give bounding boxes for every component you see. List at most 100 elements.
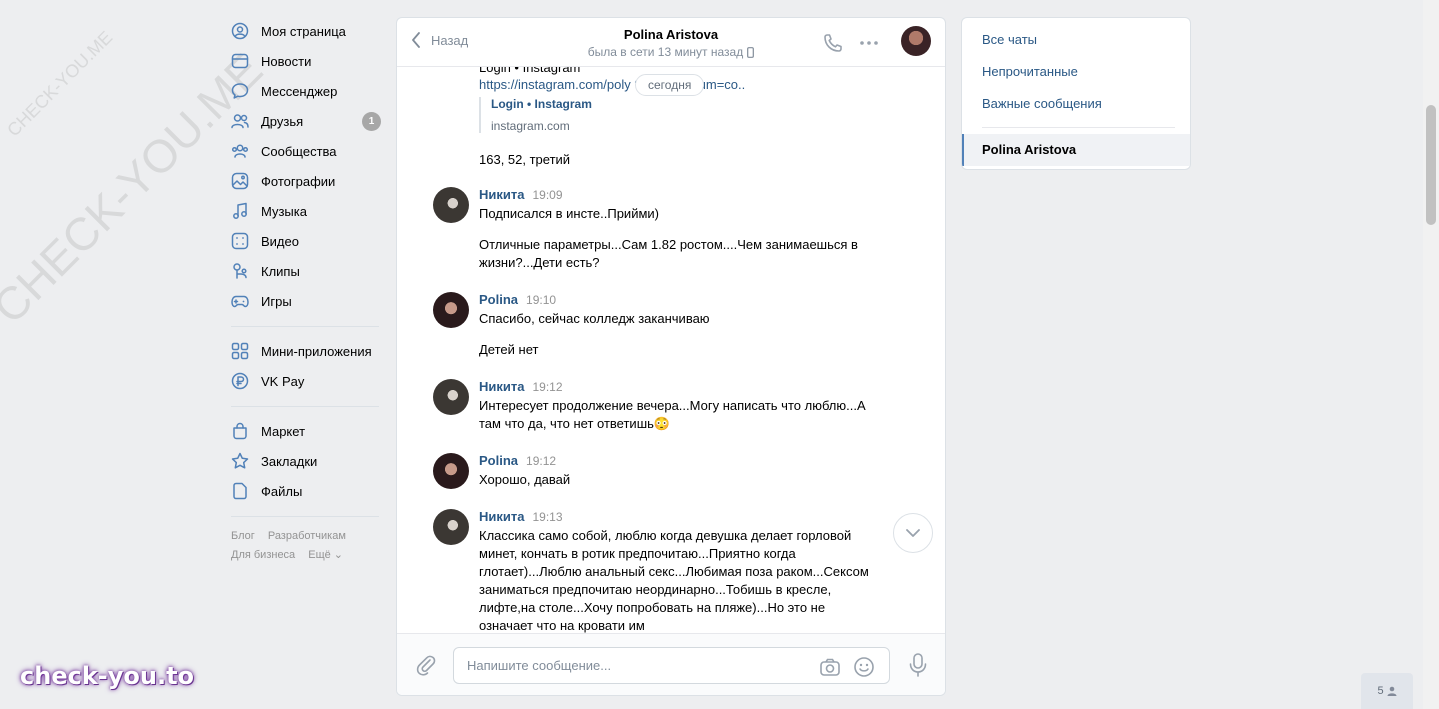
nav-item-label: Мини-приложения <box>261 343 372 359</box>
news-icon <box>231 52 249 70</box>
active-chat-item[interactable]: Polina Aristova <box>962 134 1190 166</box>
more-dots-icon[interactable] <box>858 32 880 54</box>
message-body: Классика само собой, люблю когда девушка… <box>479 527 869 633</box>
nav-item-label: Маркет <box>261 423 306 439</box>
message-author[interactable]: Polina <box>479 453 518 468</box>
watermark-small: CHECK-YOU.ME <box>3 27 117 141</box>
scroll-thumb[interactable] <box>1426 105 1436 225</box>
message-time: 19:10 <box>526 293 557 307</box>
nav-item-star[interactable]: Закладки <box>231 446 381 476</box>
filter-unread[interactable]: Непрочитанные <box>962 56 1190 88</box>
nav-item-photo[interactable]: Фотографии <box>231 166 381 196</box>
message-history[interactable]: Login • Instagram https://instagram.com/… <box>397 67 945 633</box>
nav-item-chat-bubble[interactable]: Мессенджер <box>231 76 381 106</box>
online-friends-button[interactable]: 5 <box>1361 673 1413 709</box>
nav-item-groups[interactable]: Сообщества <box>231 136 381 166</box>
nav-item-friends[interactable]: Друзья 1 <box>231 106 381 136</box>
message-text: Спасибо, сейчас колледж заканчиваю <box>479 311 710 326</box>
music-note-icon <box>231 202 249 220</box>
microphone-icon[interactable] <box>907 652 929 678</box>
phone-icon[interactable] <box>822 32 844 54</box>
nav-item-gamepad[interactable]: Игры <box>231 286 381 316</box>
footer-link-blog[interactable]: Блог <box>231 530 255 542</box>
nav-item-label: Мессенджер <box>261 83 338 99</box>
message-group[interactable]: Polina 19:12 Хорошо, давай <box>433 453 883 489</box>
message-group[interactable]: Polina 19:10 Спасибо, сейчас колледж закан… <box>433 292 883 359</box>
footer-link-developers[interactable]: Разработчикам <box>268 530 346 542</box>
message-author[interactable]: Polina <box>479 292 518 307</box>
message-link[interactable]: https://instagram.com/poly ?utm_medium=c… <box>479 77 745 92</box>
message-group[interactable]: Никита 19:12 Интересует продолжение вечера… <box>433 379 883 433</box>
message-input[interactable] <box>454 648 794 683</box>
message-group[interactable]: Никита 19:09 Подписался в инсте..Прийми) От… <box>433 187 883 272</box>
nav-item-video[interactable]: Видео <box>231 226 381 256</box>
clips-icon <box>231 262 249 280</box>
shopping-bag-icon <box>231 422 249 440</box>
nav-item-music-note[interactable]: Музыка <box>231 196 381 226</box>
nav-item-label: Видео <box>261 233 299 249</box>
message-body: Подписался в инсте..Прийми) Отличные пара… <box>479 205 869 272</box>
footer-link-more[interactable]: Ещё ⌄ <box>308 549 343 561</box>
filter-all-chats[interactable]: Все чаты <box>962 24 1190 56</box>
star-icon <box>231 452 249 470</box>
nav-group-main: Моя страница Новости Мессенджер Друзья 1 Сооб… <box>231 16 381 316</box>
chat-panel: Назад Polina Aristova была в сети 13 мин… <box>396 17 946 696</box>
smile-icon[interactable] <box>853 656 875 678</box>
peer-avatar[interactable] <box>901 26 931 56</box>
message-header: Polina 19:12 <box>479 453 883 468</box>
camera-icon[interactable] <box>819 656 841 678</box>
chat-filter-panel: Все чаты Непрочитанные Важные сообщения … <box>961 17 1191 170</box>
nav-item-apps-grid[interactable]: Мини-приложения <box>231 336 381 366</box>
nav-divider <box>231 406 379 407</box>
message-author[interactable]: Никита <box>479 379 524 394</box>
nav-item-user-circle[interactable]: Моя страница <box>231 16 381 46</box>
gamepad-icon <box>231 292 249 310</box>
avatar[interactable] <box>433 509 469 545</box>
message-text: Отличные параметры...Сам 1.82 ростом....… <box>479 237 858 270</box>
message-author[interactable]: Никита <box>479 187 524 202</box>
message-text: Классика само собой, люблю когда девушка… <box>479 528 869 633</box>
avatar[interactable] <box>433 379 469 415</box>
nav-item-label: VK Pay <box>261 373 305 389</box>
page-scrollbar[interactable] <box>1423 0 1439 709</box>
panel-divider <box>982 127 1175 128</box>
nav-item-label: Сообщества <box>261 143 337 159</box>
nav-item-ruble[interactable]: VK Pay <box>231 366 381 396</box>
footer-link-business[interactable]: Для бизнеса <box>231 549 295 561</box>
avatar[interactable] <box>433 187 469 223</box>
scroll-down-button[interactable] <box>893 513 933 553</box>
paperclip-icon[interactable] <box>415 654 437 676</box>
message-body: Интересует продолжение вечера...Могу нап… <box>479 397 869 433</box>
message-body: Спасибо, сейчас колледж заканчиваю Детей … <box>479 310 869 359</box>
nav-item-shopping-bag[interactable]: Маркет <box>231 416 381 446</box>
nav-item-label: Друзья <box>261 113 304 129</box>
nav-item-clips[interactable]: Клипы <box>231 256 381 286</box>
message-time: 19:12 <box>532 380 563 394</box>
photo-icon <box>231 172 249 190</box>
apps-grid-icon <box>231 342 249 360</box>
nav-item-label: Клипы <box>261 263 300 279</box>
message-text: Интересует продолжение вечера...Могу нап… <box>479 398 866 431</box>
footer-links: Блог Разработчикам Для бизнеса Ещё ⌄ <box>231 527 381 565</box>
nav-divider <box>231 326 379 327</box>
message-text: 163, 52, третий <box>479 152 571 167</box>
message-header: Никита 19:12 <box>479 379 883 394</box>
chat-header: Назад Polina Aristova была в сети 13 мин… <box>397 18 945 67</box>
avatar[interactable] <box>433 292 469 328</box>
nav-item-news[interactable]: Новости <box>231 46 381 76</box>
nav-divider <box>231 516 379 517</box>
nav-item-file[interactable]: Файлы <box>231 476 381 506</box>
groups-icon <box>231 142 249 160</box>
message-author[interactable]: Никита <box>479 509 524 524</box>
message-time: 19:09 <box>532 188 563 202</box>
nav-item-label: Игры <box>261 293 292 309</box>
message-group[interactable]: Никита 19:13 Классика само собой, люблю ко… <box>433 509 883 633</box>
notification-badge: 1 <box>362 112 381 131</box>
snippet-title: Login • Instagram <box>491 97 592 111</box>
nav-item-label: Музыка <box>261 203 307 219</box>
chevron-down-icon <box>906 529 920 537</box>
message-header: Никита 19:13 <box>479 509 883 524</box>
avatar[interactable] <box>433 453 469 489</box>
filter-important[interactable]: Важные сообщения <box>962 88 1190 120</box>
link-snippet[interactable]: Login • Instagram instagram.com <box>479 97 592 133</box>
